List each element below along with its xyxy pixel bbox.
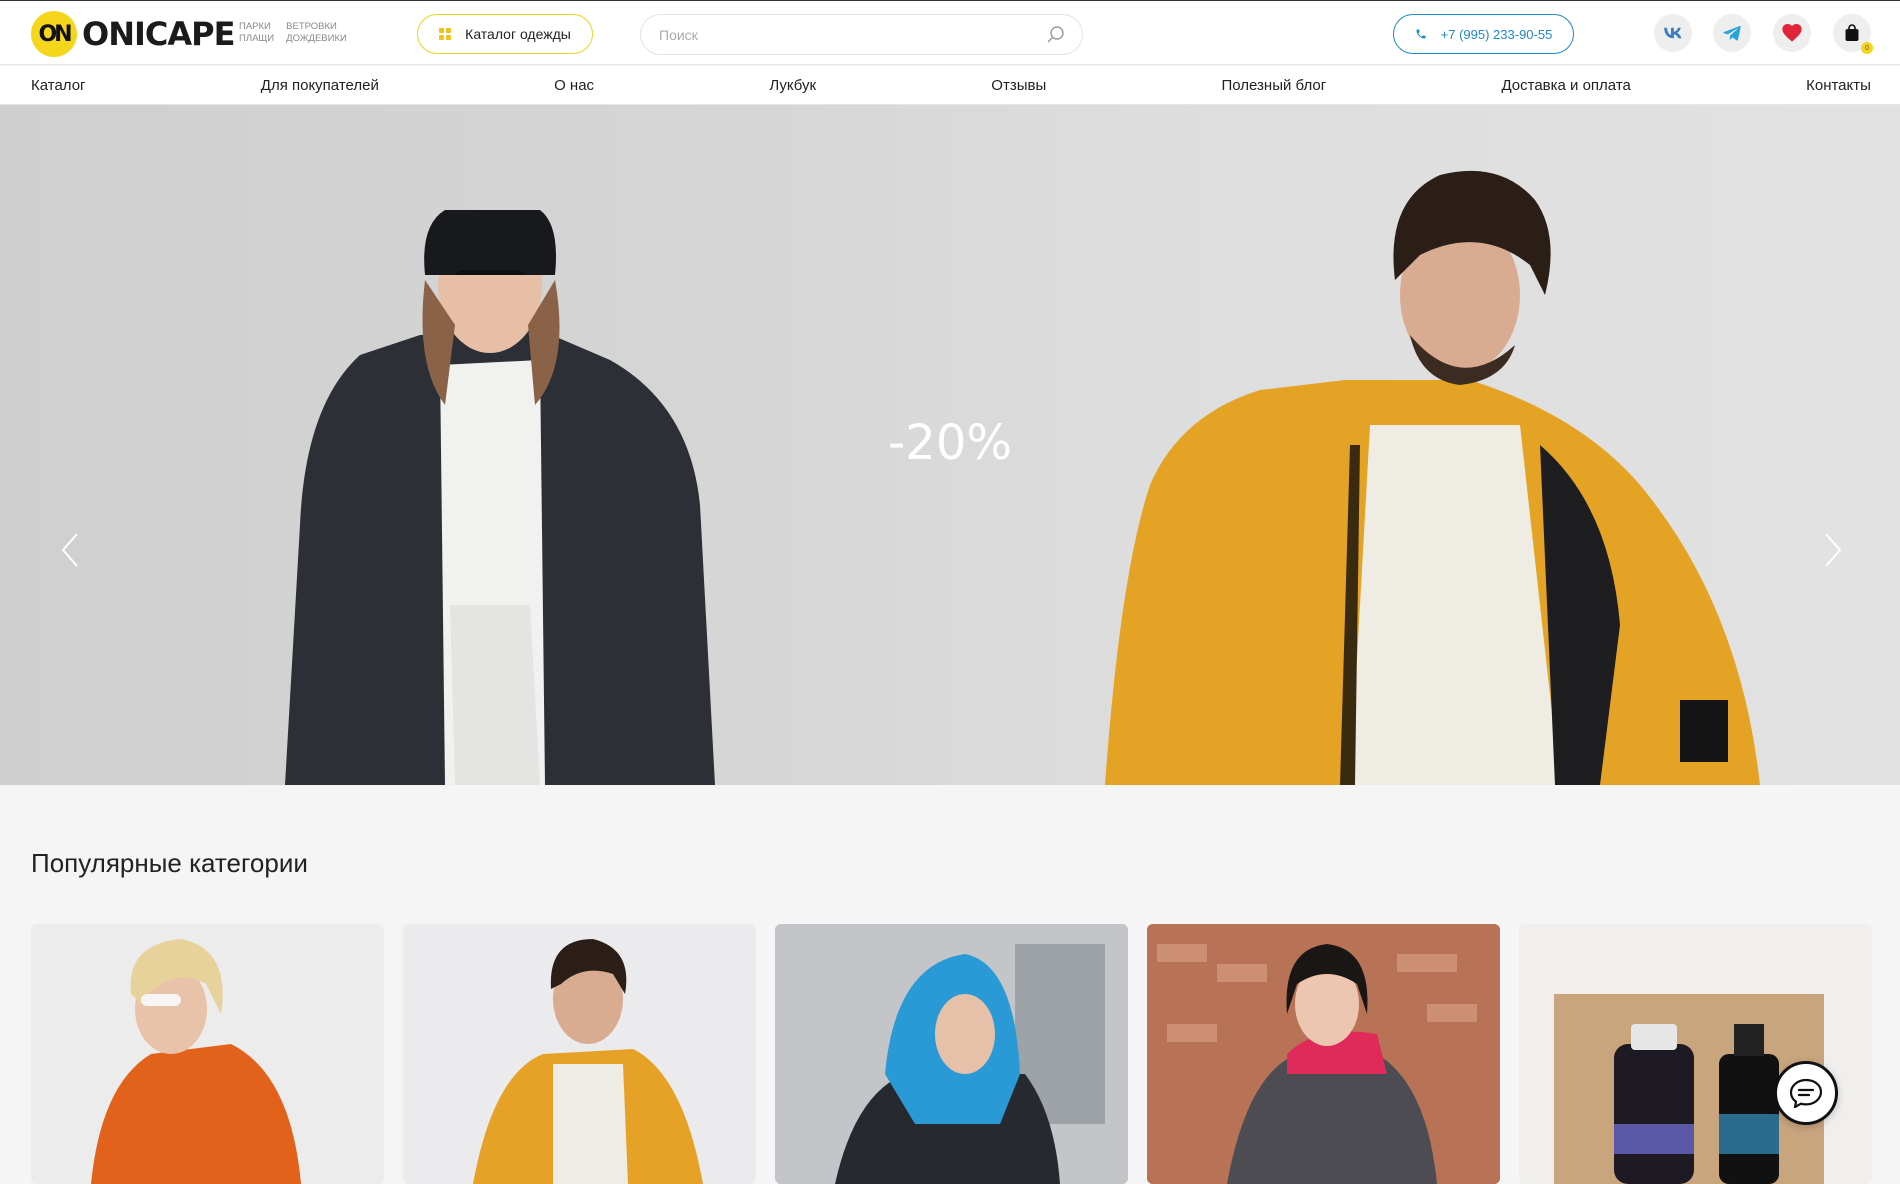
vk-button[interactable]	[1654, 14, 1692, 52]
logo-tagline: ПАРКИ ВЕТРОВКИ ПЛАЩИ ДОЖДЕВИКИ	[239, 21, 347, 44]
category-card[interactable]	[31, 924, 384, 1184]
category-card[interactable]	[403, 924, 756, 1184]
nav-item-reviews[interactable]: Отзывы	[991, 77, 1046, 94]
nav-item-about[interactable]: О нас	[554, 77, 594, 94]
phone-icon	[1416, 29, 1426, 39]
tag-windbreakers: ВЕТРОВКИ	[286, 21, 337, 32]
chat-widget-button[interactable]	[1774, 1061, 1838, 1125]
heart-icon	[1782, 24, 1802, 42]
favorites-button[interactable]	[1773, 14, 1811, 52]
telegram-button[interactable]	[1713, 14, 1751, 52]
category-cards	[31, 924, 1872, 1184]
hero-banner[interactable]: -20%	[0, 105, 1900, 785]
phone-number: +7 (995) 233-90-55	[1440, 26, 1553, 42]
hero-promo-text: -20%	[887, 415, 1012, 471]
phone-button[interactable]: +7 (995) 233-90-55	[1393, 14, 1574, 54]
search-input[interactable]	[659, 25, 1029, 45]
slider-next-icon[interactable]	[1818, 530, 1848, 570]
category-image-orange-jacket	[91, 939, 301, 1184]
category-card[interactable]	[775, 924, 1128, 1184]
nav-item-contacts[interactable]: Контакты	[1806, 77, 1871, 94]
grid-icon	[439, 28, 452, 40]
cart-icon	[1845, 24, 1859, 41]
nav-item-delivery[interactable]: Доставка и оплата	[1501, 77, 1630, 94]
vk-icon	[1664, 27, 1682, 39]
category-image-gray-jacket	[1147, 924, 1500, 1184]
chat-icon	[1789, 1078, 1823, 1108]
top-header: ON ONICAPE ПАРКИ ВЕТРОВКИ ПЛАЩИ ДОЖДЕВИК…	[0, 0, 1900, 65]
category-image-yellow-parka	[473, 939, 703, 1184]
catalog-button[interactable]: Каталог одежды	[417, 14, 593, 54]
search-icon[interactable]	[1046, 25, 1066, 45]
slider-prev-icon[interactable]	[55, 530, 85, 570]
cart-button[interactable]: 0	[1833, 14, 1873, 54]
search-box	[640, 14, 1083, 55]
logo-mark: ON	[31, 11, 77, 57]
category-card[interactable]	[1519, 924, 1872, 1184]
popular-categories-title: Популярные категории	[31, 848, 308, 878]
category-image-blue-hood	[775, 924, 1128, 1184]
nav-item-lookbook[interactable]: Лукбук	[769, 77, 816, 94]
logo[interactable]: ON ONICAPE	[31, 11, 235, 57]
cart-count-badge: 0	[1861, 42, 1873, 54]
tag-raincoats: ДОЖДЕВИКИ	[286, 33, 347, 44]
telegram-icon	[1723, 26, 1741, 41]
logo-text: ONICAPE	[82, 15, 235, 53]
nav-item-blog[interactable]: Полезный блог	[1222, 77, 1327, 94]
model-woman-figure	[285, 210, 715, 785]
category-card[interactable]	[1147, 924, 1500, 1184]
tag-cloaks: ПЛАЩИ	[239, 33, 275, 44]
main-nav: Каталог Для покупателей О нас Лукбук Отз…	[0, 66, 1900, 105]
tag-parkas: ПАРКИ	[239, 21, 271, 32]
category-image-care-products	[1554, 994, 1824, 1184]
nav-item-for-buyers[interactable]: Для покупателей	[261, 77, 379, 94]
model-man-figure	[1105, 170, 1760, 785]
nav-item-catalog[interactable]: Каталог	[31, 77, 86, 94]
catalog-button-label: Каталог одежды	[465, 26, 571, 42]
